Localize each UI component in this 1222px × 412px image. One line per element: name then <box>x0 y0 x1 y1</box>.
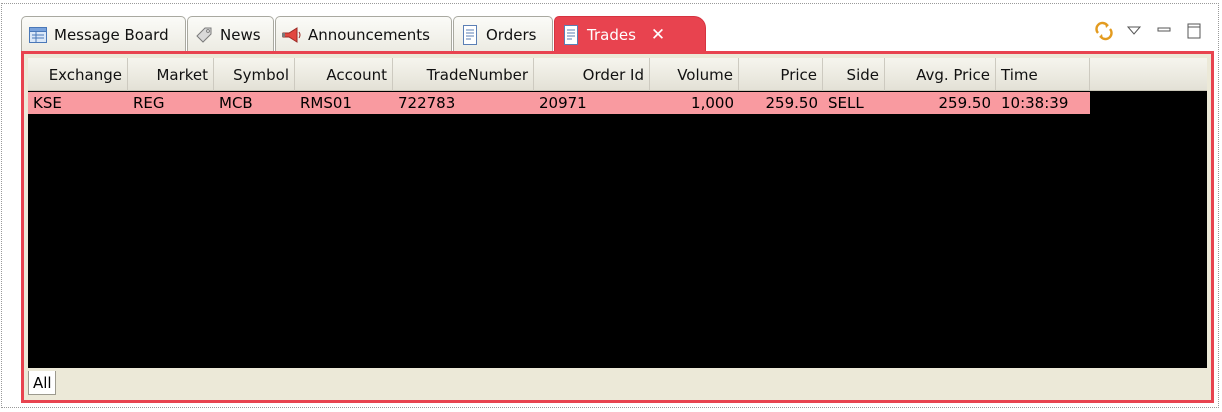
column-header-side[interactable]: Side <box>823 58 885 91</box>
megaphone-icon <box>281 24 303 46</box>
news-tag-icon <box>193 24 215 46</box>
document-icon <box>560 24 582 46</box>
tab-all[interactable]: All <box>28 371 56 395</box>
view-toolbar <box>1093 20 1205 42</box>
column-header-avg-price[interactable]: Avg. Price <box>885 58 996 91</box>
view-menu-icon[interactable] <box>1123 20 1145 42</box>
cell-order-id: 20971 <box>539 94 587 112</box>
column-header-account[interactable]: Account <box>295 58 393 91</box>
trades-table: Exchange Market Symbol Account TradeNumb… <box>28 58 1207 368</box>
minimize-icon[interactable] <box>1153 20 1175 42</box>
column-header-price[interactable]: Price <box>739 58 823 91</box>
column-header-exchange[interactable]: Exchange <box>28 58 128 91</box>
cell-exchange: KSE <box>33 94 62 112</box>
close-icon[interactable]: ✕ <box>651 25 665 45</box>
sync-icon[interactable] <box>1093 20 1115 42</box>
column-header-filler <box>1090 58 1207 91</box>
column-header-tradenumber[interactable]: TradeNumber <box>393 58 534 91</box>
tab-message-board[interactable]: Message Board <box>21 16 186 52</box>
tab-news[interactable]: News <box>187 16 274 52</box>
table-row[interactable]: KSE REG MCB RMS01 722783 20971 1,000 259… <box>28 92 1090 114</box>
tab-label: News <box>220 25 261 44</box>
tab-label: Orders <box>486 25 537 44</box>
tab-orders[interactable]: Orders <box>453 16 553 52</box>
cell-tradenumber: 722783 <box>398 94 456 112</box>
cell-time: 10:38:39 <box>1001 94 1069 112</box>
bottom-tab-bar: All <box>28 371 1207 395</box>
cell-symbol: MCB <box>219 94 253 112</box>
document-icon <box>459 24 481 46</box>
message-board-icon <box>27 24 49 46</box>
view-tab-bar: Message Board News Announcements Orders … <box>21 16 1213 52</box>
column-header-symbol[interactable]: Symbol <box>214 58 295 91</box>
tab-label: Announcements <box>308 25 430 44</box>
table-header: Exchange Market Symbol Account TradeNumb… <box>28 58 1207 91</box>
column-header-time[interactable]: Time <box>996 58 1090 91</box>
cell-account: RMS01 <box>300 94 352 112</box>
cell-market: REG <box>133 94 165 112</box>
column-header-volume[interactable]: Volume <box>650 58 739 91</box>
tab-trades[interactable]: Trades ✕ <box>554 16 706 52</box>
cell-price: 259.50 <box>765 94 819 112</box>
trades-view-panel: Exchange Market Symbol Account TradeNumb… <box>21 51 1214 403</box>
column-header-order-id[interactable]: Order Id <box>534 58 650 91</box>
maximize-icon[interactable] <box>1183 20 1205 42</box>
cell-side: SELL <box>828 94 864 112</box>
tab-announcements[interactable]: Announcements <box>275 16 452 52</box>
cell-volume: 1,000 <box>691 94 734 112</box>
tab-label: Message Board <box>54 25 169 44</box>
tab-label: Trades <box>587 25 636 44</box>
column-header-market[interactable]: Market <box>128 58 214 91</box>
cell-avg-price: 259.50 <box>938 94 992 112</box>
